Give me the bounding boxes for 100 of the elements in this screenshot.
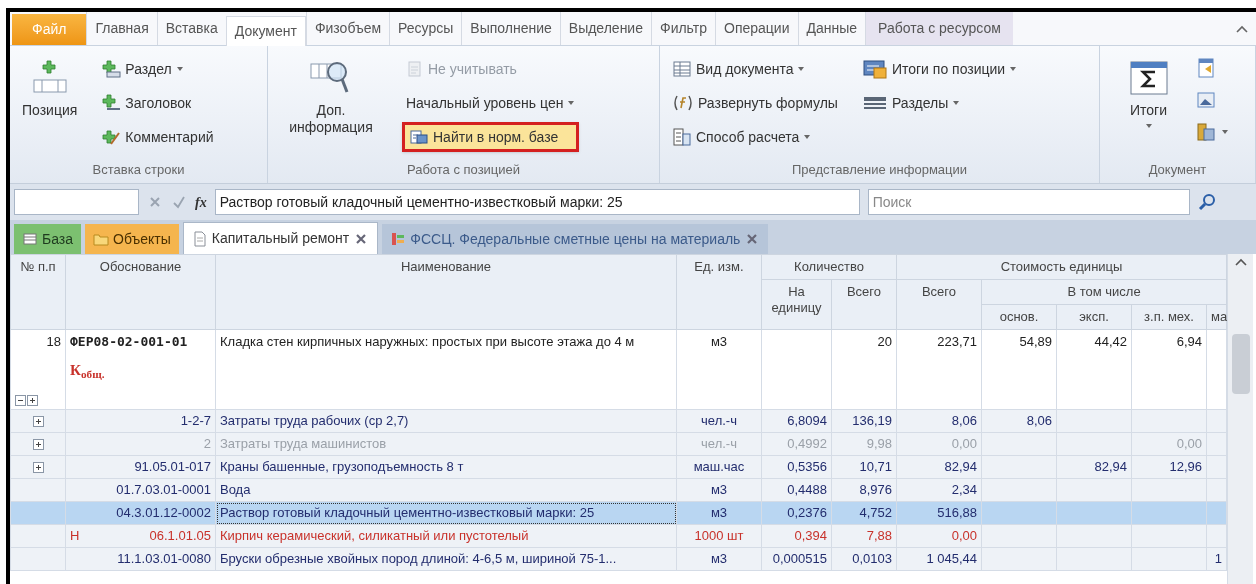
add-section-icon: [101, 59, 122, 79]
document-tab[interactable]: Капитальный ремонт: [182, 222, 379, 254]
scrollbar[interactable]: [1227, 254, 1253, 584]
column-header[interactable]: Ед. изм.: [676, 254, 762, 330]
table-cell: Затраты труда рабочих (ср 2,7): [220, 413, 409, 428]
confirm-icon: [171, 194, 187, 210]
calculator-icon: [672, 127, 692, 147]
formula-icon: [672, 94, 694, 112]
totals-icon: [861, 58, 888, 80]
coefficient-label: К$_{общ.}$: [70, 362, 106, 378]
ribbon-tab[interactable]: Физобъем: [305, 12, 390, 45]
table-cell: 10,71: [859, 459, 892, 474]
ribbon-button[interactable]: Развернуть формулы: [668, 88, 842, 118]
add-heading-icon: [101, 93, 122, 113]
table-cell: 1-2-7: [180, 413, 211, 429]
caret-icon: [567, 100, 576, 106]
column-header[interactable]: На единицу: [761, 279, 832, 330]
column-header[interactable]: Количество: [761, 254, 897, 280]
row-marker: Н: [70, 528, 80, 544]
table-cell: 44,42: [1094, 334, 1127, 349]
ribbon-button[interactable]: Раздел: [97, 54, 218, 84]
table-cell: 06.1.01.05: [149, 528, 211, 544]
table-cell: 54,89: [1019, 334, 1052, 349]
table-cell: чел.-ч: [701, 436, 737, 451]
ribbon-button[interactable]: Разделы: [857, 88, 1022, 118]
group-label: Работа с позицией: [405, 160, 522, 179]
ribbon-button[interactable]: Заголовок: [97, 88, 218, 118]
ribbon-button[interactable]: Способ расчета: [668, 122, 842, 152]
ribbon-tab[interactable]: Выполнение: [461, 12, 560, 45]
ribbon-button[interactable]: Вид документа: [668, 54, 842, 84]
table-cell: Бруски обрезные хвойных пород длиной: 4-6,5 м, шириной 75-1...: [220, 551, 617, 566]
caret-icon: [1144, 123, 1153, 129]
document-tab[interactable]: Объекты: [85, 224, 179, 254]
table-cell: 91.05.01-017: [134, 459, 211, 475]
chevron-up-icon: [1236, 24, 1248, 33]
table-row[interactable]: 01.7.03.01-0001 Вода м3 0,4488 8,976 2,34: [10, 478, 1227, 502]
caret-icon: [803, 134, 812, 140]
ribbon-tab[interactable]: Фильтр: [651, 12, 715, 45]
document-icon: [406, 60, 424, 78]
column-header[interactable]: Всего: [831, 279, 897, 330]
ribbon-tab[interactable]: Вставка: [156, 12, 226, 45]
expand-icon: [27, 395, 38, 406]
table-cell: Краны башенные, грузоподъемность 8 т: [220, 459, 464, 474]
column-header[interactable]: № п.п: [10, 254, 66, 330]
column-header[interactable]: Стоимость единицы: [896, 254, 1227, 280]
column-header[interactable]: Наименование: [215, 254, 677, 330]
document-tab[interactable]: База: [14, 224, 82, 254]
table-cell: Кладка стен кирпичных наружных: простых при высоте этажа до 4 м: [220, 334, 635, 349]
ribbon-button[interactable]: Позиция: [18, 54, 82, 119]
ribbon-tab[interactable]: Операции: [715, 12, 798, 45]
table-cell: 516,88: [937, 505, 977, 520]
table-cell: Затраты труда машинистов: [220, 436, 387, 451]
ribbon-button[interactable]: Начальный уровень цен: [402, 88, 580, 118]
ribbon-button[interactable]: Итоги: [1122, 54, 1175, 129]
column-header[interactable]: Всего: [896, 279, 982, 330]
table-cell: м3: [710, 505, 728, 520]
document-icon: [191, 230, 208, 247]
table-cell: 6,8094: [787, 413, 827, 428]
table-row[interactable]: Н 06.1.01.05 Кирпич керамический, силикатный или пустотелый 1000 шт 0,394 7,88 0,00: [10, 524, 1227, 548]
table-icon: [672, 60, 692, 78]
table-cell: м3: [710, 334, 728, 349]
add-comment-icon: [101, 127, 122, 147]
column-header[interactable]: Обоснование: [65, 254, 216, 330]
table-cell: 0,5356: [787, 459, 827, 474]
table-row[interactable]: 04.3.01.12-0002 Раствор готовый кладочный цементно-известковый марки: 25 м3 0,2376 4,752 516,88: [10, 501, 1227, 525]
table-row[interactable]: 11.1.03.01-0080 Бруски обрезные хвойных пород длиной: 4-6,5 м, шириной 75-1... м3 0,000515 0,0103 1 045,44 1: [10, 547, 1227, 571]
ribbon-button[interactable]: Найти в норм. базе: [402, 122, 580, 152]
ribbon-tab[interactable]: Ресурсы: [389, 12, 462, 45]
database-icon: [22, 231, 38, 247]
table-cell: 2: [203, 436, 211, 452]
ribbon-tab[interactable]: Работа с ресурсом: [865, 12, 1013, 45]
ribbon-tab[interactable]: Документ: [225, 16, 306, 46]
folder-icon: [93, 231, 110, 247]
ribbon-button[interactable]: Комментарий: [97, 122, 218, 152]
scrollbar-thumb[interactable]: [1231, 334, 1250, 394]
table-cell: 6,94: [1176, 334, 1202, 349]
table-cell: чел.-ч: [701, 413, 737, 428]
table-row[interactable]: 91.05.01-017 Краны башенные, грузоподъемность 8 т маш.час 0,5356 10,71 82,94 82,94 12,96: [10, 455, 1227, 479]
caret-icon: [1009, 66, 1018, 72]
table-row[interactable]: 18 ФЕР08-02-001-01 К$_{общ.}$ Кладка стен кирпичных наружных: простых при высоте этажа до 4 м м3 20 223,71 54,89 44,42 6,94: [10, 329, 1227, 410]
search-field[interactable]: Поиск: [867, 189, 1190, 215]
ribbon-tab[interactable]: Выделение: [559, 12, 651, 45]
table-cell: 01.7.03.01-0001: [116, 482, 211, 498]
table-row[interactable]: 1-2-7 Затраты труда рабочих (ср 2,7) чел.-ч 6,8094 136,19 8,06 8,06: [10, 409, 1227, 433]
scroll-up-icon[interactable]: [1234, 258, 1247, 266]
document-tab[interactable]: ФССЦ. Федеральные сметные цены на материаль: [382, 224, 769, 254]
expand-icon: [32, 461, 44, 473]
column-header[interactable]: В том числе: [981, 279, 1227, 305]
table-cell: 8,06: [951, 413, 977, 428]
name-box[interactable]: [14, 189, 139, 215]
table-cell: 0,0103: [852, 551, 892, 566]
table-cell: Раствор готовый кладочный цементно-известковый марки: 25: [220, 505, 595, 520]
ribbon-button[interactable]: Доп. информация: [276, 54, 386, 136]
table-cell: 9,98: [866, 436, 892, 451]
table-cell: м3: [710, 482, 728, 497]
caret-icon: [1220, 129, 1229, 135]
collapse-icon: [15, 395, 26, 406]
ribbon-tab[interactable]: Главная: [86, 12, 157, 45]
formula-field[interactable]: Раствор готовый кладочный цементно-известковый марки: 25: [214, 189, 860, 215]
ribbon-button[interactable]: Итоги по позиции: [857, 54, 1022, 84]
